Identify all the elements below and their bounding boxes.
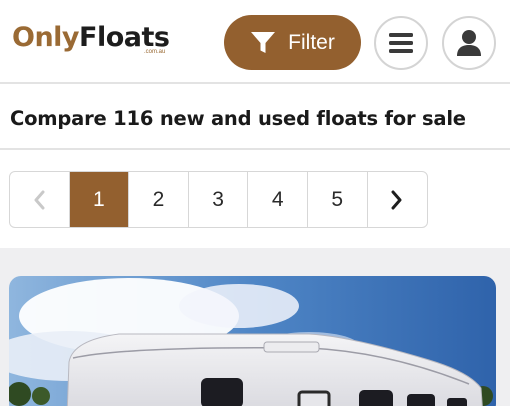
user-icon	[457, 30, 481, 56]
menu-button[interactable]	[374, 16, 428, 70]
chevron-right-icon	[391, 190, 402, 209]
account-button[interactable]	[442, 16, 496, 70]
site-logo[interactable]: OnlyFloats .com.au	[12, 22, 170, 62]
pagination-next-button[interactable]	[368, 172, 428, 227]
pagination: 1 2 3 4 5	[9, 171, 429, 228]
pagination-page-2[interactable]: 2	[129, 172, 189, 227]
filter-button[interactable]: Filter	[224, 15, 361, 70]
pagination-page-4[interactable]: 4	[248, 172, 308, 227]
site-header: OnlyFloats .com.au Filter	[0, 0, 510, 84]
pagination-page-3[interactable]: 3	[189, 172, 249, 227]
horse-float-photo	[9, 276, 496, 406]
hamburger-menu-icon	[389, 33, 413, 53]
logo-only-text: Only	[12, 22, 80, 53]
filter-funnel-icon	[251, 31, 276, 53]
pagination-page-5[interactable]: 5	[308, 172, 368, 227]
results-heading-row: Compare 116 new and used floats for sale	[0, 86, 510, 150]
chevron-left-icon	[34, 190, 45, 209]
pagination-page-1[interactable]: 1	[69, 172, 130, 227]
filter-button-label: Filter	[288, 30, 335, 54]
logo-domain-text: .com.au	[144, 49, 166, 55]
pagination-prev-button[interactable]	[10, 172, 70, 227]
page-title: Compare 116 new and used floats for sale	[10, 107, 466, 130]
listing-card-photo[interactable]	[9, 276, 496, 406]
